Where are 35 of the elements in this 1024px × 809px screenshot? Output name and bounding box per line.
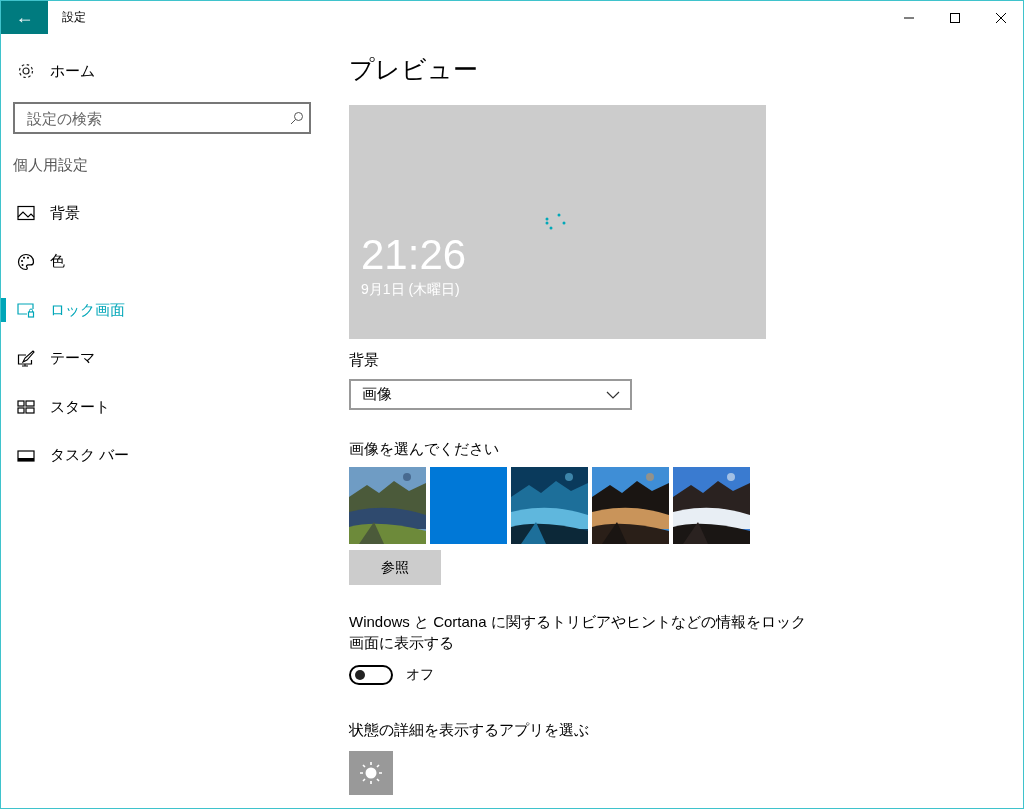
- palette-icon[interactable]: [17, 252, 35, 271]
- toggle-state: オフ: [406, 666, 434, 684]
- nav-item[interactable]: 背景: [50, 203, 80, 223]
- nav-item[interactable]: 色: [50, 252, 65, 272]
- window-title: 設定: [62, 9, 86, 26]
- back-button[interactable]: ←: [1, 1, 48, 34]
- section-label: 状態の詳細を表示するアプリを選ぶ: [349, 721, 590, 740]
- close-icon[interactable]: [995, 11, 1007, 24]
- toggle-switch[interactable]: [349, 665, 393, 685]
- nav-item[interactable]: タスク バー: [50, 446, 130, 466]
- maximize-icon[interactable]: [949, 11, 961, 24]
- home-link[interactable]: ホーム: [50, 61, 95, 81]
- theme-icon[interactable]: [17, 349, 35, 368]
- search-field[interactable]: 設定の検索: [13, 102, 311, 134]
- app-tile-button[interactable]: [349, 751, 393, 795]
- browse-button[interactable]: 参照: [349, 550, 441, 585]
- field-label: 画像を選んでください: [349, 440, 500, 459]
- search-icon[interactable]: [290, 111, 304, 125]
- tips-label: Windows と Cortana に関するトリビアやヒントなどの情報をロック画面に表示する: [349, 612, 807, 653]
- start-icon[interactable]: [17, 399, 35, 416]
- selection-bar: [1, 298, 6, 322]
- background-dropdown[interactable]: 画像: [349, 379, 632, 410]
- field-label: 背景: [349, 351, 380, 370]
- settings-icon[interactable]: [17, 62, 35, 80]
- image-icon[interactable]: [17, 205, 35, 222]
- nav-item[interactable]: スタート: [50, 397, 110, 417]
- page-heading: プレビュー: [349, 54, 479, 85]
- loading-spinner-icon: [545, 213, 567, 231]
- color-swatch[interactable]: [430, 467, 507, 544]
- lock-screen-icon[interactable]: [17, 302, 35, 319]
- section-heading: 個人用設定: [13, 156, 89, 175]
- sun-icon: [359, 761, 383, 785]
- chevron-down-icon: [606, 390, 620, 399]
- taskbar-icon[interactable]: [17, 448, 35, 463]
- nav-item[interactable]: テーマ: [50, 349, 95, 369]
